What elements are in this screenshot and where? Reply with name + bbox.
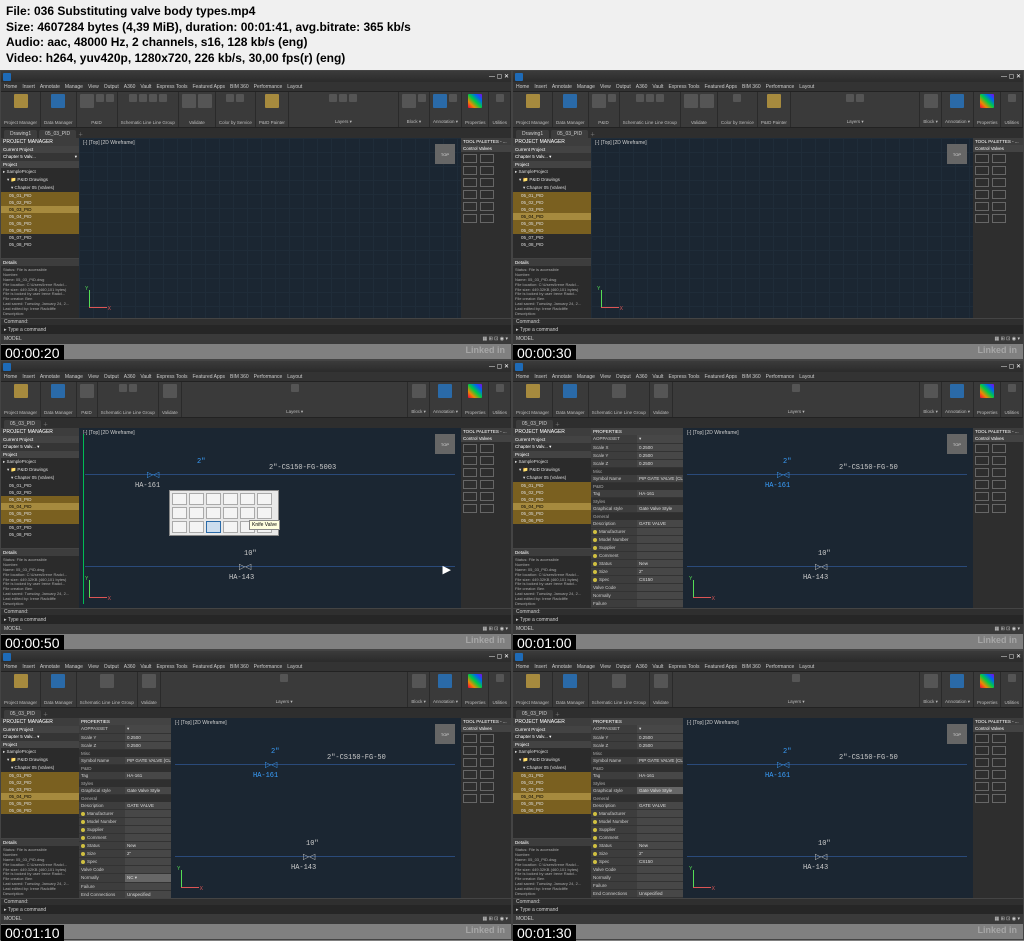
valve-symbol[interactable]: ▷◁: [239, 562, 251, 571]
drawing-canvas[interactable]: [-] [Top] [2D Wireframe] TOP 2" 2"-CS150…: [79, 428, 461, 608]
tree-item[interactable]: 05_08_PID: [1, 241, 79, 248]
thumbnail-grid: — ▢ ✕ HomeInsertAnnotate ManageViewOutpu…: [0, 70, 1024, 940]
size-line: Size: 4607284 bytes (4,39 MiB), duration…: [6, 20, 1018, 36]
window-controls[interactable]: — ▢ ✕: [489, 73, 509, 80]
palette-icon[interactable]: [463, 154, 477, 163]
audio-line: Audio: aac, 48000 Hz, 2 channels, s16, 1…: [6, 35, 1018, 51]
valve-tag: HA-161: [135, 482, 160, 490]
ribbon[interactable]: Project Manager Data Manager P&ID Schema…: [513, 92, 1023, 128]
valve-selected-icon[interactable]: ▷◁: [777, 470, 789, 479]
menu-tabs[interactable]: HomeInsertAnnotate ManageViewOutput A360…: [513, 82, 1023, 92]
tree-item[interactable]: 05_02_PID: [1, 199, 79, 206]
tree-item[interactable]: 05_05_PID: [1, 220, 79, 227]
thumbnail-3: — ▢ ✕ HomeInsertAnnotate ManageViewOutpu…: [0, 360, 512, 650]
properties-panel[interactable]: PROPERTIES AOPPASSET▾ Scale Y0.2500 Scal…: [591, 718, 683, 898]
drawing-canvas[interactable]: [-] [Top] [2D Wireframe] TOP YX: [591, 138, 973, 318]
command-line[interactable]: Command: ▸ Type a command: [1, 318, 511, 334]
tree-item[interactable]: 05_03_PID: [1, 206, 79, 213]
tooltip: Knife Valve: [249, 520, 280, 530]
normally-dropdown[interactable]: NC ▾: [125, 874, 171, 882]
thumbnail-6: — ▢ ✕ HomeInsertAnnotate ManageViewOutpu…: [512, 650, 1024, 940]
properties-panel[interactable]: PROPERTIES AOPPASSET▾ Scale Y0.2500 Scal…: [79, 718, 171, 898]
tree-item[interactable]: 05_01_PID: [1, 192, 79, 199]
view-label[interactable]: [-] [Top] [2D Wireframe]: [83, 140, 135, 146]
linkedin-watermark: Linked in: [465, 345, 505, 355]
chevron-down-icon[interactable]: ▾: [75, 154, 77, 160]
flow-arrow-icon: ▶: [443, 563, 451, 576]
autocad-window: — ▢ ✕ HomeInsertAnnotate ManageViewOutpu…: [1, 71, 511, 344]
tree-item[interactable]: 05_07_PID: [1, 234, 79, 241]
tool-palettes[interactable]: TOOL PALETTES - ... Control Valves: [461, 138, 511, 318]
thumbnail-4: — ▢ ✕ HomeInsertAnnotate ManageViewOutpu…: [512, 360, 1024, 650]
size-label: 2": [197, 458, 205, 466]
file-line: File: 036 Substituting valve body types.…: [6, 4, 1018, 20]
ucs-icon: YX: [85, 286, 111, 312]
thumbnail-2: — ▢ ✕ HomeInsertAnnotate ManageViewOutpu…: [512, 70, 1024, 360]
graphical-style-field[interactable]: Gate Valve Style: [637, 787, 683, 794]
project-manager-panel[interactable]: PROJECT MANAGER Current Project Chapter …: [513, 138, 591, 318]
project-manager-panel[interactable]: PROJECT MANAGER Current Project Chapter …: [1, 138, 79, 318]
thumbnail-5: — ▢ ✕ HomeInsertAnnotate ManageViewOutpu…: [0, 650, 512, 940]
details-text: Status: File is accessible Number: Name:…: [1, 266, 79, 318]
valve-symbol[interactable]: ▷◁: [147, 470, 159, 479]
titlebar: — ▢ ✕: [1, 71, 511, 82]
knife-valve-option[interactable]: [206, 521, 221, 533]
project-tree[interactable]: ▸ SampleProject ▾ 📁 P&ID Drawings ▾ Chap…: [1, 168, 79, 258]
ribbon[interactable]: Project Manager Data Manager P&ID Schema…: [1, 92, 511, 128]
timestamp-label: 00:00:20: [1, 345, 64, 361]
tree-item[interactable]: 05_04_PID: [1, 213, 79, 220]
menu-tabs[interactable]: HomeInsertAnnotate ManageViewOutput A360…: [1, 82, 511, 92]
drawing-canvas[interactable]: [-] [Top] [2D Wireframe] TOP YX: [79, 138, 461, 318]
properties-panel[interactable]: PROPERTIES AOPPASSET▾ Scale X0.2500 Scal…: [591, 428, 683, 608]
tree-item[interactable]: 05_06_PID: [1, 227, 79, 234]
app-icon: [3, 73, 11, 81]
line-tag: 2"-CS150-FG-5003: [269, 464, 336, 472]
viewcube[interactable]: TOP: [435, 144, 455, 164]
media-info-header: File: 036 Substituting valve body types.…: [0, 0, 1024, 70]
doc-tabs[interactable]: Drawing1 05_03_PID ＋: [1, 128, 511, 138]
status-bar[interactable]: MODEL ▦ ⊞ ⊡ ◉ ▾: [1, 334, 511, 344]
video-line: Video: h264, yuv420p, 1280x720, 226 kb/s…: [6, 51, 1018, 67]
thumbnail-1: — ▢ ✕ HomeInsertAnnotate ManageViewOutpu…: [0, 70, 512, 360]
